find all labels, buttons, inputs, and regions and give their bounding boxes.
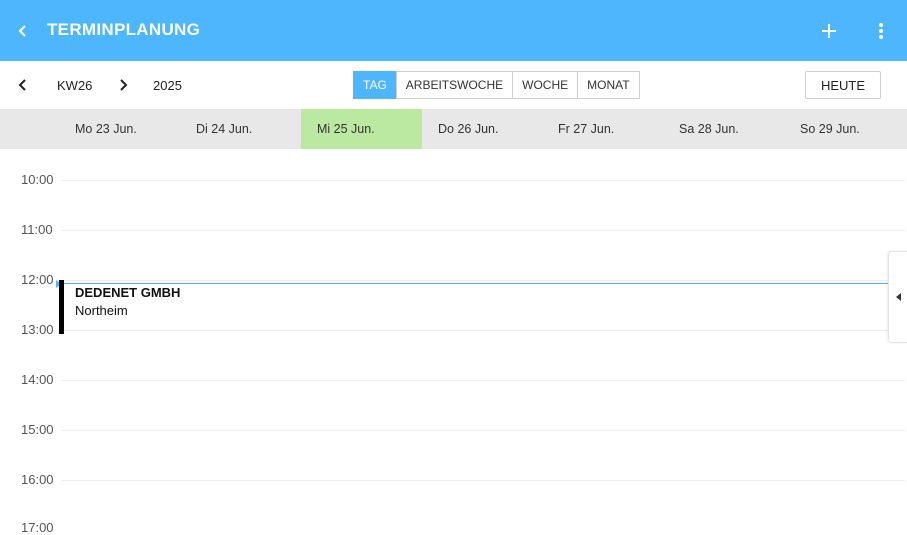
day-header-tue[interactable]: Di 24 Jun. [196,109,252,149]
hour-label: 14:00 [21,372,54,387]
more-vertical-icon [879,23,883,39]
view-switcher: TAG ARBEITSWOCHE WOCHE MONAT [353,71,640,99]
chevron-left-icon [18,79,26,91]
week-label: KW26 [57,78,93,93]
side-panel-toggle[interactable] [888,251,907,343]
year-label: 2025 [153,78,182,93]
hour-label: 12:00 [21,272,54,287]
view-tab-workweek[interactable]: ARBEITSWOCHE [395,71,514,99]
view-tab-month[interactable]: MONAT [577,71,640,99]
hour-line [62,180,905,181]
calendar-toolbar: KW26 2025 TAG ARBEITSWOCHE WOCHE MONAT H… [0,61,907,109]
more-menu-button[interactable] [868,18,894,44]
hour-label: 13:00 [21,322,54,337]
day-header-sat[interactable]: Sa 28 Jun. [679,109,739,149]
today-button[interactable]: HEUTE [805,71,881,99]
chevron-right-icon [120,79,128,91]
time-grid[interactable] [0,149,907,529]
chevron-left-icon [18,25,26,37]
hour-label: 11:00 [21,222,53,237]
event-color-bar [59,280,64,334]
hour-line [62,380,905,381]
hour-label: 15:00 [21,422,54,437]
day-header-mon[interactable]: Mo 23 Jun. [75,109,137,149]
event-title: DEDENET GMBH [75,285,181,300]
hour-label: 10:00 [21,172,54,187]
view-tab-day[interactable]: TAG [353,71,397,99]
day-header-wed[interactable]: Mi 25 Jun. [301,109,422,149]
day-header-row: Mo 23 Jun. Di 24 Jun. Mi 25 Jun. Do 26 J… [0,109,907,149]
hour-label: 17:00 [21,520,54,535]
back-button[interactable] [10,18,36,44]
page-title: TERMINPLANUNG [47,20,201,39]
day-header-fri[interactable]: Fr 27 Jun. [558,109,614,149]
day-header-sun[interactable]: So 29 Jun. [800,109,860,149]
hour-label: 16:00 [21,472,54,487]
app-bar: TERMINPLANUNG [0,0,907,61]
add-appointment-button[interactable] [816,18,842,44]
event-location: Northeim [75,303,128,318]
next-week-button[interactable] [111,73,135,97]
view-tab-week[interactable]: WOCHE [512,71,579,99]
appointment-event[interactable]: DEDENET GMBH Northeim [59,280,459,334]
caret-left-icon [895,293,901,301]
previous-week-button[interactable] [11,73,35,97]
hour-line [62,230,905,231]
day-header-thu[interactable]: Do 26 Jun. [438,109,498,149]
hour-line [62,480,905,481]
hour-line [62,430,905,431]
plus-icon [822,24,836,38]
